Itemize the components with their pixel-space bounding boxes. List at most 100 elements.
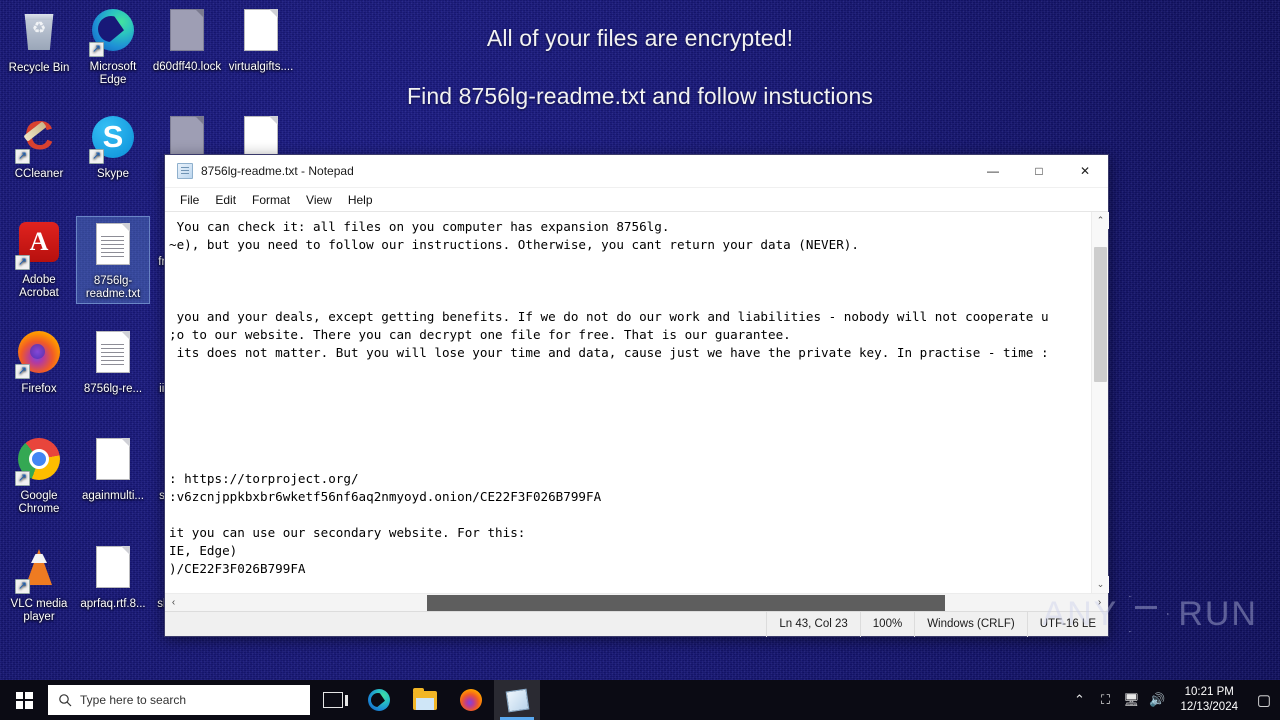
camera-icon[interactable]: ⛶ xyxy=(1092,680,1118,720)
desktop-icon-againmulti[interactable]: againmulti... xyxy=(76,435,150,503)
vertical-scrollbar[interactable]: ⌃ ⌄ xyxy=(1091,212,1109,593)
menu-edit[interactable]: Edit xyxy=(207,190,244,210)
adobe-acrobat-icon xyxy=(15,222,63,270)
volume-icon[interactable]: 🔊 xyxy=(1144,680,1170,720)
shortcut-arrow-icon xyxy=(89,149,104,164)
system-tray[interactable]: ⌃ ⛶ 🖥 🔊 10:21 PM 12/13/2024 ▢ xyxy=(1066,680,1280,720)
desktop-icon-label: Adobe Acrobat xyxy=(19,274,59,299)
scroll-right-arrow-icon[interactable]: › xyxy=(1091,597,1108,608)
search-input[interactable]: Type here to search xyxy=(48,685,310,715)
desktop-icon-d60dff40-lock[interactable]: d60dff40.lock xyxy=(150,6,224,74)
desktop-icon-virtualgifts[interactable]: virtualgifts.... xyxy=(224,6,298,74)
firefox-icon xyxy=(15,331,63,379)
taskbar[interactable]: Type here to search ⌃ ⛶ 🖥 🔊 10:21 PM 12/… xyxy=(0,680,1280,720)
text-file-icon xyxy=(89,223,137,271)
search-icon xyxy=(59,694,72,707)
notepad-body: You can check it: all files on you compu… xyxy=(165,212,1109,593)
lock-file-icon xyxy=(163,9,211,57)
close-button[interactable]: ✕ xyxy=(1062,155,1108,187)
desktop-icon-adobe-acrobat[interactable]: Adobe Acrobat xyxy=(2,218,76,300)
start-button[interactable] xyxy=(0,680,48,720)
recycle-bin-icon xyxy=(15,10,63,58)
status-line-ending: Windows (CRLF) xyxy=(914,611,1027,637)
minimize-button[interactable]: — xyxy=(970,155,1016,187)
shortcut-arrow-icon xyxy=(15,255,30,270)
edge-icon xyxy=(89,9,137,57)
desktop-icon-recycle-bin[interactable]: Recycle Bin xyxy=(2,6,76,75)
action-center-button[interactable]: ▢ xyxy=(1248,680,1280,720)
desktop-icon-microsoft-edge[interactable]: Microsoft Edge xyxy=(76,6,150,87)
clock-date: 12/13/2024 xyxy=(1180,701,1238,713)
desktop-icon-skype[interactable]: Skype xyxy=(76,113,150,181)
taskbar-edge[interactable] xyxy=(356,680,402,720)
skype-icon xyxy=(89,116,137,164)
desktop-icon-label: Microsoft Edge xyxy=(89,61,137,86)
windows-logo-icon xyxy=(15,691,33,709)
menu-help[interactable]: Help xyxy=(340,190,381,210)
file-icon xyxy=(237,9,285,57)
shortcut-arrow-icon xyxy=(15,471,30,486)
taskview-button[interactable] xyxy=(310,680,356,720)
taskbar-explorer[interactable] xyxy=(402,680,448,720)
horizontal-scroll-thumb[interactable] xyxy=(427,594,945,611)
scroll-left-arrow-icon[interactable]: ‹ xyxy=(165,597,182,608)
desktop-icon-label: aprfaq.rtf.8... xyxy=(80,598,146,610)
desktop-icon-label: 8756lg-re... xyxy=(83,383,143,395)
desktop-icon-label: Google Chrome xyxy=(18,490,60,515)
desktop-icon-label: virtualgifts.... xyxy=(228,61,294,73)
desktop-icon-vlc-media-player[interactable]: VLC media player xyxy=(2,543,76,624)
task-view-icon xyxy=(323,692,348,708)
scroll-up-arrow-icon[interactable]: ⌃ xyxy=(1092,212,1109,229)
menu-file[interactable]: File xyxy=(172,190,207,210)
anyrun-logo-icon xyxy=(1126,594,1170,634)
desktop-icon-8756lg-re-txt[interactable]: 8756lg-re... xyxy=(76,328,150,396)
desktop-icon-ccleaner[interactable]: CCleaner xyxy=(2,113,76,181)
vertical-scroll-thumb[interactable] xyxy=(1094,247,1107,382)
window-title: 8756lg-readme.txt - Notepad xyxy=(201,164,354,178)
ccleaner-icon xyxy=(15,116,63,164)
network-icon[interactable]: 🖥 xyxy=(1118,680,1144,720)
desktop-icon-label: Firefox xyxy=(21,383,57,395)
status-encoding: UTF-16 LE xyxy=(1026,611,1108,637)
menu-format[interactable]: Format xyxy=(244,190,298,210)
notepad-icon xyxy=(505,688,529,712)
ransom-banner-line-2: Find 8756lg-readme.txt and follow instuc… xyxy=(406,83,874,109)
desktop-icon-label: Recycle Bin xyxy=(8,62,70,74)
notepad-statusbar: Ln 43, Col 23 100% Windows (CRLF) UTF-16… xyxy=(165,611,1108,637)
notepad-icon xyxy=(177,163,193,179)
desktop-icon-aprfaq-rtf[interactable]: aprfaq.rtf.8... xyxy=(76,543,150,611)
desktop-icon-label: d60dff40.lock xyxy=(152,61,222,73)
text-editor-area[interactable]: You can check it: all files on you compu… xyxy=(165,212,1091,593)
show-hidden-icons-button[interactable]: ⌃ xyxy=(1066,680,1092,720)
scroll-down-arrow-icon[interactable]: ⌄ xyxy=(1092,576,1109,593)
status-cursor-position: Ln 43, Col 23 xyxy=(766,611,859,637)
desktop-icon-firefox[interactable]: Firefox xyxy=(2,328,76,396)
horizontal-scroll-track[interactable] xyxy=(182,594,1091,612)
clock[interactable]: 10:21 PM 12/13/2024 xyxy=(1170,680,1248,720)
status-zoom: 100% xyxy=(859,611,914,637)
taskbar-notepad[interactable] xyxy=(494,680,540,720)
horizontal-scrollbar[interactable]: ‹ › xyxy=(165,593,1108,611)
text-file-icon xyxy=(89,331,137,379)
shortcut-arrow-icon xyxy=(89,42,104,57)
taskbar-firefox[interactable] xyxy=(448,680,494,720)
desktop-icon-8756lg-readme-txt[interactable]: 8756lg-readme.txt xyxy=(76,216,150,304)
maximize-button[interactable]: □ xyxy=(1016,155,1062,187)
desktop-icon-label: againmulti... xyxy=(81,490,144,502)
notepad-titlebar[interactable]: 8756lg-readme.txt - Notepad — □ ✕ xyxy=(165,155,1108,188)
search-placeholder: Type here to search xyxy=(80,693,187,707)
desktop-icon-label: Skype xyxy=(97,168,129,180)
desktop-icon-label: 8756lg-readme.txt xyxy=(85,275,141,300)
chrome-icon xyxy=(15,438,63,486)
menu-view[interactable]: View xyxy=(298,190,340,210)
shortcut-arrow-icon xyxy=(15,364,30,379)
ransom-note-text[interactable]: You can check it: all files on you compu… xyxy=(165,218,1091,578)
file-explorer-icon xyxy=(413,687,437,710)
notepad-window[interactable]: 8756lg-readme.txt - Notepad — □ ✕ File E… xyxy=(164,154,1109,637)
notepad-menubar[interactable]: File Edit Format View Help xyxy=(165,188,1108,212)
watermark-run-text: RUN xyxy=(1178,594,1258,633)
desktop-icon-google-chrome[interactable]: Google Chrome xyxy=(2,435,76,516)
desktop-icon-label: CCleaner xyxy=(14,168,64,180)
edge-icon xyxy=(368,689,390,711)
desktop[interactable]: All of your files are encrypted! Find 87… xyxy=(0,0,1280,680)
